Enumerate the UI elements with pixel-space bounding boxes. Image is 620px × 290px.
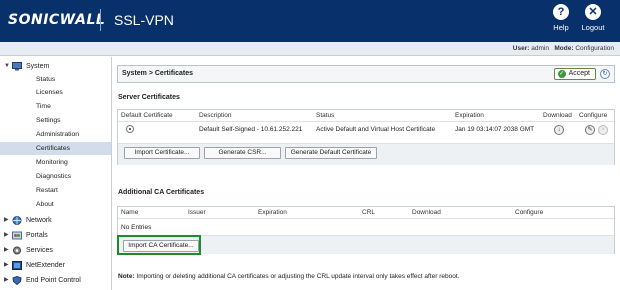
sidebar-label-system: System	[26, 63, 50, 70]
collapsed-arrow-icon: ▶	[4, 277, 9, 283]
sidebar-item-administration[interactable]: Administration	[0, 128, 111, 141]
mode-value: Configuration	[575, 45, 614, 52]
logout-icon: ✕	[585, 4, 601, 20]
main-content: System > Certificates ✓ Accept ↻ Server …	[113, 57, 620, 290]
col-configure: Configure	[515, 209, 544, 216]
generate-default-certificate-button[interactable]: Generate Default Certificate	[285, 147, 377, 159]
cert-description: Default Self-Signed - 10.61.252.221	[199, 126, 303, 133]
default-certificate-radio[interactable]	[126, 125, 134, 133]
col-default-certificate: Default Certificate	[121, 112, 173, 119]
help-label: Help	[553, 23, 569, 32]
generate-csr-button[interactable]: Generate CSR...	[204, 147, 281, 159]
sidebar-label-network: Network	[26, 217, 52, 224]
services-icon	[12, 246, 22, 255]
sidebar-item-restart[interactable]: Restart	[0, 184, 111, 197]
logout-label: Logout	[581, 23, 605, 32]
sidebar-item-status[interactable]: Status	[0, 73, 111, 86]
accept-button[interactable]: ✓ Accept	[553, 68, 596, 80]
help-button[interactable]: ? Help	[548, 4, 574, 32]
col-description: Description	[199, 112, 232, 119]
server-certificates-title: Server Certificates	[118, 94, 180, 101]
sidebar: ▼ System Status Licenses Time Settings A…	[0, 57, 112, 290]
table-header-row: Default Certificate Description Status E…	[118, 110, 614, 122]
check-icon: ✓	[557, 70, 566, 78]
accept-label: Accept	[568, 70, 590, 77]
sidebar-item-settings[interactable]: Settings	[0, 114, 111, 127]
sidebar-item-system[interactable]: ▼ System	[4, 60, 49, 73]
server-cert-button-row: Import Certificate... Generate CSR... Ge…	[118, 143, 614, 165]
top-header: SONICWALL SSL-VPN ? Help ✕ Logout	[0, 0, 620, 42]
server-certificates-table: Default Certificate Description Status E…	[117, 109, 615, 165]
collapsed-arrow-icon: ▶	[4, 217, 9, 223]
breadcrumb-bar: System > Certificates ✓ Accept ↻	[117, 65, 615, 83]
product-name: SSL-VPN	[114, 12, 174, 28]
sidebar-item-monitoring[interactable]: Monitoring	[0, 156, 111, 169]
col-issuer: Issuer	[188, 209, 206, 216]
netextender-icon	[12, 261, 22, 270]
import-certificate-button[interactable]: Import Certificate...	[124, 147, 200, 159]
sidebar-label-end-point-control: End Point Control	[26, 277, 81, 284]
sidebar-item-network[interactable]: ▶ Network	[4, 214, 52, 227]
sidebar-item-time[interactable]: Time	[0, 100, 111, 113]
col-download: Download	[412, 209, 441, 216]
cert-expiration: Jan 19 03:14:07 2038 GMT	[455, 126, 535, 133]
sidebar-item-about[interactable]: About	[0, 198, 111, 211]
user-label: User:	[512, 45, 530, 52]
configure-icon[interactable]: ✎	[585, 125, 595, 135]
col-expiration: Expiration	[455, 112, 484, 119]
col-crl: CRL	[362, 209, 376, 216]
user-mode-bar: User: admin Mode: Configuration	[0, 42, 620, 56]
logo-divider	[100, 9, 101, 31]
col-configure: Configure	[579, 112, 608, 119]
network-icon	[12, 216, 22, 225]
sidebar-item-portals[interactable]: ▶ Portals	[4, 229, 48, 242]
table-header-row: Name Issuer Expiration CRL Download Conf…	[118, 207, 614, 219]
collapsed-arrow-icon: ▶	[4, 262, 9, 268]
sidebar-label-portals: Portals	[26, 232, 48, 239]
portals-icon	[12, 231, 22, 240]
note-label: Note:	[118, 273, 135, 280]
shield-icon	[12, 275, 22, 286]
expanded-arrow-icon: ▼	[4, 63, 10, 69]
note-body: Importing or deleting additional CA cert…	[136, 273, 460, 280]
note-text: Note: Importing or deleting additional C…	[118, 273, 459, 280]
sidebar-item-netextender[interactable]: ▶ NetExtender	[4, 259, 65, 272]
col-name: Name	[121, 209, 139, 216]
monitor-icon	[12, 62, 22, 71]
download-icon[interactable]: ↓	[554, 125, 564, 135]
breadcrumb: System > Certificates	[122, 70, 194, 77]
sidebar-label-netextender: NetExtender	[26, 262, 65, 269]
sidebar-label-services: Services	[26, 247, 53, 254]
col-expiration: Expiration	[258, 209, 287, 216]
collapsed-arrow-icon: ▶	[4, 247, 9, 253]
delete-icon[interactable]: ×	[598, 125, 608, 135]
refresh-icon[interactable]: ↻	[600, 69, 610, 79]
no-entries-text: No Entries	[121, 224, 152, 231]
logout-button[interactable]: ✕ Logout	[580, 4, 606, 32]
mode-label: Mode:	[554, 45, 574, 52]
col-download: Download	[543, 112, 572, 119]
sidebar-item-diagnostics[interactable]: Diagnostics	[0, 170, 111, 183]
highlight-box	[117, 235, 201, 255]
sidebar-item-licenses[interactable]: Licenses	[0, 86, 111, 99]
help-icon: ?	[553, 4, 569, 20]
sonicwall-logo: SONICWALL	[8, 12, 106, 28]
additional-ca-title: Additional CA Certificates	[118, 189, 205, 196]
sidebar-item-services[interactable]: ▶ Services	[4, 244, 53, 257]
sidebar-item-certificates[interactable]: Certificates	[0, 142, 111, 155]
col-status: Status	[316, 112, 335, 119]
cert-status: Active Default and Virtual Host Certific…	[316, 126, 436, 133]
sidebar-item-end-point-control[interactable]: ▶ End Point Control	[4, 274, 81, 287]
user-value: admin	[531, 45, 549, 52]
collapsed-arrow-icon: ▶	[4, 232, 9, 238]
